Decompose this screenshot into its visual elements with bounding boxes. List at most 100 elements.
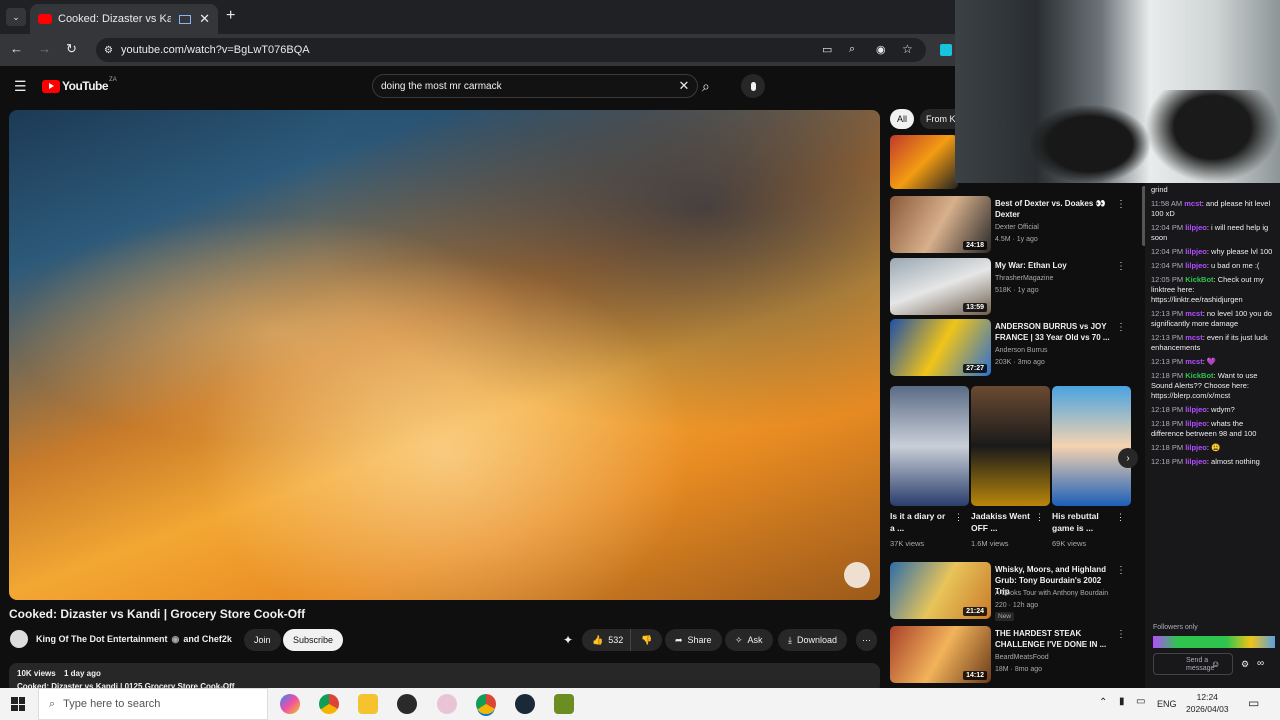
emote-bar[interactable] <box>1153 636 1275 648</box>
collab-name[interactable]: and Chef2k <box>183 634 232 645</box>
join-button[interactable]: Join <box>244 629 281 651</box>
back-icon[interactable]: ← <box>10 41 23 56</box>
ask-button[interactable]: ✧ Ask <box>725 629 773 651</box>
chat-panel: grind 11:58 AM mcst: and please hit leve… <box>1145 183 1280 688</box>
download-label: Download <box>796 635 838 645</box>
emote-icon[interactable]: ☺ <box>1211 659 1220 669</box>
reload-icon[interactable]: ↻ <box>66 41 77 57</box>
channel-watermark-icon[interactable] <box>844 562 870 588</box>
url-text: youtube.com/watch?v=BgLwT076BQA <box>120 44 310 56</box>
subscribe-button[interactable]: Subscribe <box>283 629 344 651</box>
minecraft-icon[interactable] <box>554 694 574 714</box>
notification-icon[interactable]: ▭ <box>1248 696 1259 710</box>
video-duration: 21:24 <box>963 607 987 616</box>
share-button[interactable]: ➦ Share <box>665 629 722 651</box>
more-icon[interactable]: ⋮ <box>1116 261 1126 272</box>
close-tab-icon[interactable]: ✕ <box>199 11 210 27</box>
chrome-icon[interactable] <box>319 694 339 714</box>
recommendation-thumbnail: 14:12 <box>890 626 991 683</box>
webcam-overlay <box>955 0 1280 183</box>
copilot-icon[interactable] <box>280 694 300 714</box>
steam-icon[interactable] <box>515 694 535 714</box>
recommendation-thumbnail: 27:27 <box>890 319 991 376</box>
shorts-next-icon[interactable]: › <box>1118 448 1138 468</box>
recommendation-item[interactable]: 21:24 Whisky, Moors, and Highland Grub: … <box>890 562 1140 624</box>
clock[interactable]: 12:24 2026/04/03 <box>1186 691 1229 715</box>
recommendation-item[interactable]: 14:12 THE HARDEST STEAK CHALLENGE I'VE D… <box>890 626 1140 688</box>
menu-icon[interactable]: ☰ <box>14 78 27 95</box>
url-field[interactable]: ⚙ youtube.com/watch?v=BgLwT076BQA ▭ ⌕ ◉ … <box>96 38 926 62</box>
more-icon[interactable]: ⋮ <box>1116 629 1126 640</box>
search-box[interactable]: doing the most mr carmack ✕ <box>372 74 698 98</box>
network-icon[interactable]: ▭ <box>1136 696 1145 707</box>
channel-avatar[interactable] <box>10 630 28 648</box>
eye-off-icon[interactable]: ◉ <box>876 43 886 56</box>
recommendation-thumb-partial[interactable] <box>890 135 958 189</box>
search-icon[interactable]: ⌕ <box>702 78 710 95</box>
short-thumbnail[interactable] <box>971 386 1050 506</box>
short-title: His rebuttal game is ... <box>1052 511 1099 533</box>
recommendation-item[interactable]: 24:18 Best of Dexter vs. Doakes 👀 Dexter… <box>890 196 1140 258</box>
video-frame <box>9 110 880 600</box>
search-input[interactable]: doing the most mr carmack <box>381 81 671 92</box>
more-icon[interactable]: ⋮ <box>1116 322 1126 333</box>
chat-expand-icon[interactable]: ∞ <box>1257 659 1264 669</box>
bookmark-star-icon[interactable]: ☆ <box>902 42 913 56</box>
more-icon[interactable]: ⋮ <box>1116 565 1126 576</box>
obs-icon[interactable] <box>397 694 417 714</box>
region-code: ZA <box>109 77 117 83</box>
more-icon[interactable]: ⋮ <box>1035 512 1044 523</box>
tab-list-icon[interactable]: ⌄ <box>6 8 26 26</box>
video-title: Cooked: Dizaster vs Kandi | Grocery Stor… <box>9 607 306 621</box>
short-views: 69K views <box>1052 539 1087 548</box>
more-actions-button[interactable]: ⋯ <box>856 629 877 651</box>
chat-input[interactable]: Send a message <box>1153 653 1233 675</box>
short-thumbnail[interactable] <box>890 386 969 506</box>
chat-message: 12:18 PM lilpjeo: whats the difference b… <box>1151 419 1257 438</box>
view-count: 10K views <box>17 669 56 678</box>
video-player[interactable] <box>9 110 880 600</box>
recommendation-meta: 203K · 3mo ago <box>995 359 1045 366</box>
hype-icon[interactable]: ✦ <box>563 633 573 647</box>
channel-line: King Of The Dot Entertainment ◉ and Chef… <box>36 634 232 645</box>
dislike-button[interactable]: 👎 <box>630 629 663 651</box>
tab-media-icon <box>179 14 192 24</box>
recommendation-channel: A Cooks Tour with Anthony Bourdain <box>995 590 1109 597</box>
file-explorer-icon[interactable] <box>358 694 378 714</box>
show-hidden-icons[interactable]: ⌃ <box>1099 697 1107 708</box>
microphone-icon[interactable]: ▮ <box>1119 696 1125 707</box>
filter-chip-all[interactable]: All <box>890 109 915 129</box>
youtube-logo[interactable]: YouTube ZA <box>42 77 117 93</box>
chat-settings-icon[interactable]: ⚙ <box>1241 659 1249 669</box>
download-button[interactable]: ⤓ Download <box>778 629 848 651</box>
clear-search-icon[interactable]: ✕ <box>671 78 697 94</box>
recommendation-item[interactable]: 27:27 ANDERSON BURRUS vs JOY FRANCE | 33… <box>890 319 1140 381</box>
more-icon[interactable]: ⋮ <box>1116 199 1126 210</box>
recommendation-title: My War: Ethan Loy <box>995 261 1067 270</box>
download-icon: ⤓ <box>788 634 792 645</box>
snipping-tool-icon[interactable] <box>437 694 457 714</box>
more-icon[interactable]: ⋮ <box>954 512 963 523</box>
site-info-icon[interactable]: ⚙ <box>104 45 113 56</box>
language-indicator[interactable]: ENG <box>1157 699 1177 709</box>
chat-message: 12:18 PM KickBot: Want to use Sound Aler… <box>1151 371 1258 400</box>
extension-icon[interactable] <box>940 44 952 56</box>
chat-message: 12:18 PM lilpjeo: almost nothing <box>1151 457 1260 466</box>
like-count: 532 <box>608 635 624 645</box>
browser-tab[interactable]: Cooked: Dizaster vs Kandi | ✕ <box>30 4 218 34</box>
voice-search-icon[interactable] <box>741 74 765 98</box>
channel-name[interactable]: King Of The Dot Entertainment <box>36 634 168 645</box>
chrome-profile-icon[interactable] <box>476 694 496 714</box>
windows-start-icon[interactable] <box>11 697 25 711</box>
zoom-icon[interactable]: ⌕ <box>849 43 855 56</box>
recommendation-item[interactable]: 13:59 My War: Ethan Loy ThrasherMagazine… <box>890 258 1140 320</box>
recommendation-channel: ThrasherMagazine <box>995 275 1054 282</box>
forward-icon[interactable]: → <box>38 41 51 56</box>
more-icon[interactable]: ⋮ <box>1116 512 1125 523</box>
taskbar-search-box[interactable]: ⌕ Type here to search <box>38 688 268 720</box>
like-button[interactable]: 👍 532 <box>582 629 634 651</box>
install-app-icon[interactable]: ▭ <box>822 43 832 56</box>
short-thumbnail[interactable] <box>1052 386 1131 506</box>
new-tab-icon[interactable]: + <box>226 7 235 25</box>
webcam-chair <box>1030 105 1150 183</box>
